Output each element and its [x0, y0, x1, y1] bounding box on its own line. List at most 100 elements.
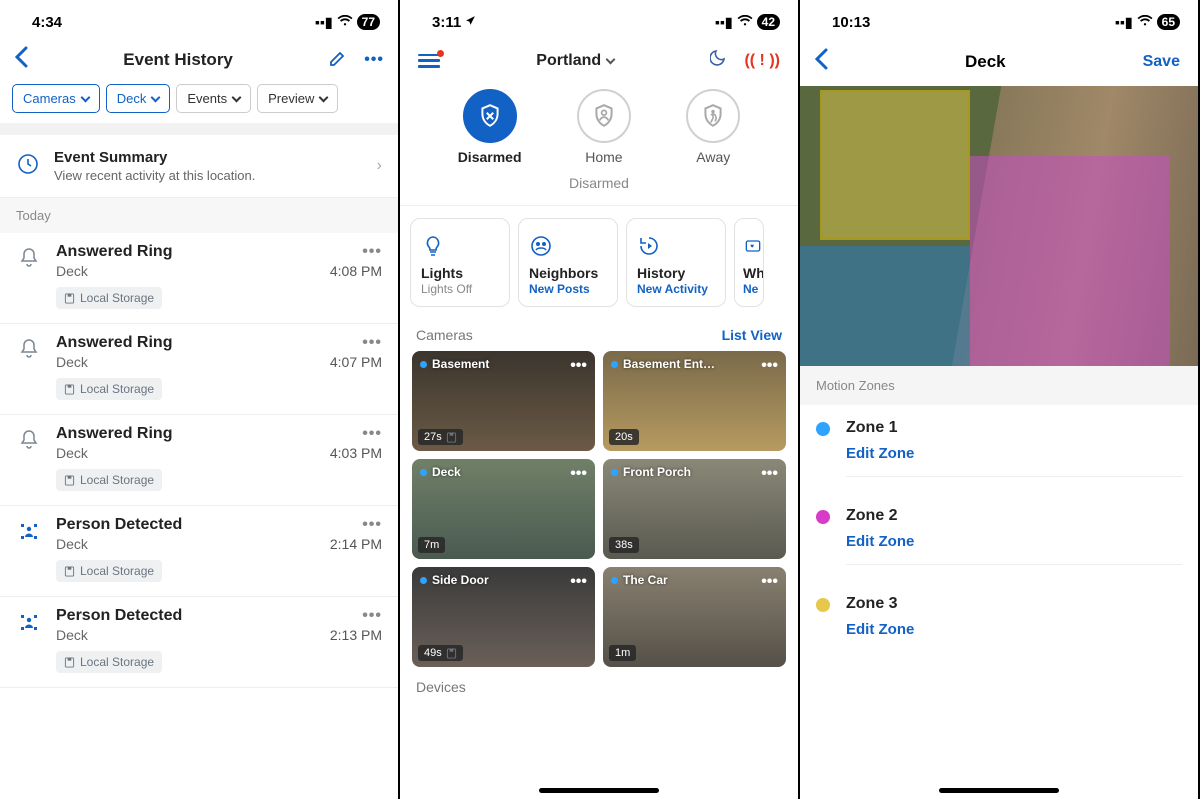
event-row[interactable]: Person Detected ••• Deck 2:14 PM Local S…: [0, 506, 398, 597]
zone-row: Zone 1 Edit Zone: [800, 405, 1198, 493]
tile-lights[interactable]: Lights Lights Off: [410, 218, 510, 307]
event-row[interactable]: Answered Ring ••• Deck 4:08 PM Local Sto…: [0, 233, 398, 324]
camera-tile[interactable]: Basement Ent… ••• 20s: [603, 351, 786, 451]
wifi-icon: [737, 14, 753, 30]
event-title: Answered Ring: [56, 243, 172, 261]
menu-button[interactable]: [418, 54, 440, 68]
event-title: Person Detected: [56, 516, 182, 534]
filter-preview[interactable]: Preview: [257, 84, 338, 113]
more-icon[interactable]: •••: [364, 51, 384, 69]
history-icon: [637, 231, 715, 261]
status-bar: 10:13 ▪▪▮ 65: [800, 0, 1198, 40]
edit-icon[interactable]: [328, 48, 348, 73]
location-selector[interactable]: Portland: [536, 52, 614, 70]
events-list: Answered Ring ••• Deck 4:08 PM Local Sto…: [0, 233, 398, 688]
camera-name: Deck: [420, 465, 461, 479]
live-dot-icon: [420, 577, 427, 584]
zone-name: Zone 2: [846, 507, 1182, 525]
status-bar: 4:34 ▪▪▮ 77: [0, 0, 398, 40]
motion-zones-header: Motion Zones: [800, 366, 1198, 405]
filter-events[interactable]: Events: [176, 84, 251, 113]
filter-deck[interactable]: Deck: [106, 84, 171, 113]
snooze-icon[interactable]: [710, 48, 730, 73]
tile-history[interactable]: History New Activity: [626, 218, 726, 307]
live-dot-icon: [420, 361, 427, 368]
neighbors-icon: [529, 231, 607, 261]
camera-name: Side Door: [420, 573, 489, 587]
filter-cameras[interactable]: Cameras: [12, 84, 100, 113]
camera-name: Basement: [420, 357, 489, 371]
devices-header: Devices: [400, 667, 798, 699]
zone-overlay-1[interactable]: [800, 246, 970, 366]
edit-zone-link[interactable]: Edit Zone: [846, 445, 1182, 462]
mode-home[interactable]: Home: [577, 89, 631, 165]
event-row[interactable]: Answered Ring ••• Deck 4:07 PM Local Sto…: [0, 324, 398, 415]
battery-level: 65: [1157, 14, 1180, 30]
cellular-icon: ▪▪▮: [715, 14, 733, 31]
camera-more-icon[interactable]: •••: [761, 573, 778, 591]
camera-tile[interactable]: Front Porch ••• 38s: [603, 459, 786, 559]
person-icon: [16, 516, 42, 582]
screen-event-history: 4:34 ▪▪▮ 77 Event History ••• Cameras De…: [0, 0, 400, 799]
tile-neighbors[interactable]: Neighbors New Posts: [518, 218, 618, 307]
heart-icon: [743, 231, 763, 261]
cellular-icon: ▪▪▮: [315, 14, 333, 31]
save-button[interactable]: Save: [1143, 53, 1180, 71]
camera-age-badge: 20s: [609, 429, 639, 445]
screen-motion-zones: 10:13 ▪▪▮ 65 Deck Save Motion Zones Zone…: [800, 0, 1200, 799]
page-title: Event History: [123, 50, 233, 70]
event-more-icon[interactable]: •••: [362, 334, 382, 352]
event-location: Deck: [56, 445, 88, 461]
event-time: 4:03 PM: [330, 445, 382, 461]
shortcut-tiles[interactable]: Lights Lights Off Neighbors New Posts Hi…: [400, 206, 798, 319]
event-more-icon[interactable]: •••: [362, 425, 382, 443]
camera-grid: Basement ••• 27s Basement Ent… ••• 20s D…: [400, 351, 798, 667]
storage-badge: Local Storage: [56, 378, 162, 400]
camera-more-icon[interactable]: •••: [761, 465, 778, 483]
chevron-right-icon: ›: [377, 157, 382, 175]
mode-away[interactable]: Away: [686, 89, 740, 165]
camera-tile[interactable]: Side Door ••• 49s: [412, 567, 595, 667]
edit-zone-link[interactable]: Edit Zone: [846, 621, 1182, 638]
zone-overlay-3[interactable]: [820, 90, 970, 240]
back-button[interactable]: [14, 46, 28, 74]
battery-level: 77: [357, 14, 380, 30]
live-dot-icon: [420, 469, 427, 476]
camera-more-icon[interactable]: •••: [761, 357, 778, 375]
camera-more-icon[interactable]: •••: [570, 465, 587, 483]
status-time: 4:34: [32, 14, 62, 31]
camera-more-icon[interactable]: •••: [570, 357, 587, 375]
edit-zone-link[interactable]: Edit Zone: [846, 533, 1182, 550]
list-view-link[interactable]: List View: [722, 327, 782, 343]
event-more-icon[interactable]: •••: [362, 516, 382, 534]
event-location: Deck: [56, 354, 88, 370]
camera-tile[interactable]: Deck ••• 7m: [412, 459, 595, 559]
event-row[interactable]: Answered Ring ••• Deck 4:03 PM Local Sto…: [0, 415, 398, 506]
camera-name: Front Porch: [611, 465, 691, 479]
camera-tile[interactable]: Basement ••• 27s: [412, 351, 595, 451]
event-time: 4:08 PM: [330, 263, 382, 279]
cellular-icon: ▪▪▮: [1115, 14, 1133, 31]
zone-overlay-2[interactable]: [970, 156, 1170, 366]
chevron-down-icon: [319, 92, 329, 102]
siren-icon[interactable]: (( ! )): [744, 52, 780, 70]
zone-name: Zone 1: [846, 419, 1182, 437]
event-more-icon[interactable]: •••: [362, 607, 382, 625]
camera-name: The Car: [611, 573, 668, 587]
back-button[interactable]: [814, 48, 828, 76]
section-header-today: Today: [0, 198, 398, 233]
camera-preview[interactable]: [800, 86, 1198, 366]
tile-partial[interactable]: Wh Ne: [734, 218, 764, 307]
camera-more-icon[interactable]: •••: [570, 573, 587, 591]
event-title: Answered Ring: [56, 334, 172, 352]
event-summary-row[interactable]: Event Summary View recent activity at th…: [0, 135, 398, 198]
event-more-icon[interactable]: •••: [362, 243, 382, 261]
bell-icon: [16, 243, 42, 309]
page-title: Deck: [965, 52, 1006, 72]
camera-age-badge: 38s: [609, 537, 639, 553]
event-time: 2:13 PM: [330, 627, 382, 643]
cameras-header: Cameras List View: [400, 319, 798, 351]
mode-disarmed[interactable]: Disarmed: [458, 89, 522, 165]
camera-tile[interactable]: The Car ••• 1m: [603, 567, 786, 667]
event-row[interactable]: Person Detected ••• Deck 2:13 PM Local S…: [0, 597, 398, 688]
